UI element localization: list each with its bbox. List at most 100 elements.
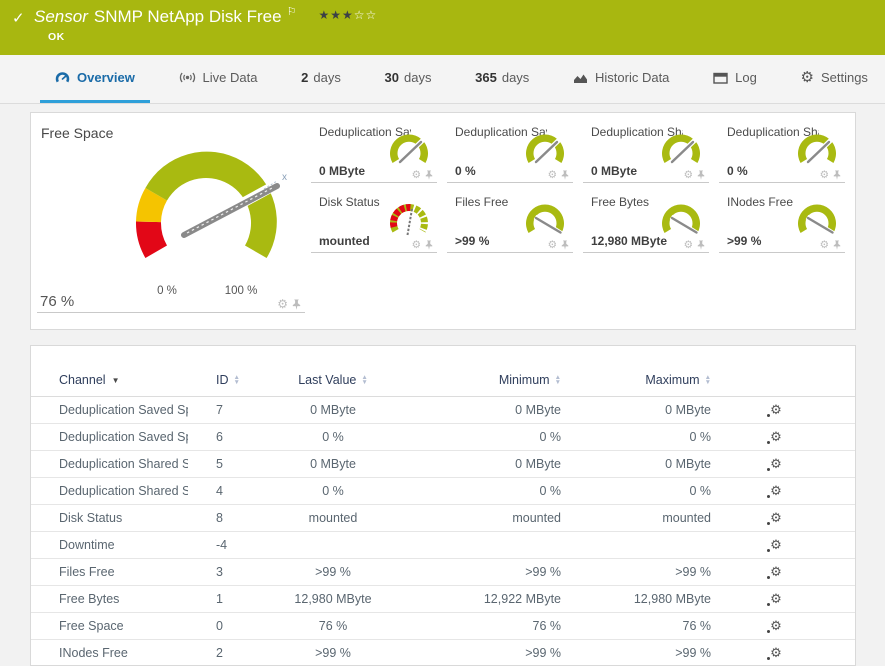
tab-365-days[interactable]: 365 days — [460, 55, 544, 103]
tile-pin-icon[interactable] — [292, 299, 301, 310]
cell-settings: ⚙ — [723, 504, 855, 531]
tile-gear-icon[interactable]: ⚙ — [820, 240, 829, 251]
channel-gauge-tile[interactable]: Disk Status mounted ⚙ — [311, 191, 437, 253]
tile-value: 0 % — [455, 164, 476, 178]
table-row[interactable]: Deduplication Saved Sp... 6 0 % 0 % 0 % … — [31, 423, 855, 450]
flag-icon[interactable]: ⚐ — [287, 5, 297, 18]
table-row[interactable]: Disk Status 8 mounted mounted mounted ⚙ — [31, 504, 855, 531]
tile-pin-icon[interactable] — [561, 170, 569, 180]
tile-pin-icon[interactable] — [697, 170, 705, 180]
channel-settings-icon[interactable]: ⚙ — [770, 429, 782, 445]
channel-gauge-tile[interactable]: Deduplication Shared ... 0 MByte ⚙ — [583, 121, 709, 183]
channel-settings-icon[interactable]: ⚙ — [770, 483, 782, 499]
tile-gear-icon[interactable]: ⚙ — [820, 170, 829, 181]
table-row[interactable]: Deduplication Shared S... 4 0 % 0 % 0 % … — [31, 477, 855, 504]
channel-gauge-tile[interactable]: Deduplication Shared ... 0 % ⚙ — [719, 121, 845, 183]
tab-log[interactable]: Log — [698, 55, 772, 103]
tab-overview-label: Overview — [77, 70, 135, 85]
tab-overview[interactable]: Overview — [40, 55, 150, 103]
table-row[interactable]: Deduplication Saved Sp... 7 0 MByte 0 MB… — [31, 396, 855, 423]
table-row[interactable]: Downtime -4 ⚙ — [31, 531, 855, 558]
channel-settings-icon[interactable]: ⚙ — [770, 645, 782, 661]
channel-gauge-tile[interactable]: Free Bytes 12,980 MByte ⚙ — [583, 191, 709, 253]
cell-last-value: 76 % — [253, 612, 393, 639]
tile-gear-icon[interactable]: ⚙ — [548, 240, 557, 251]
table-row[interactable]: Free Space 0 76 % 76 % 76 % ⚙ — [31, 612, 855, 639]
tile-gear-icon[interactable]: ⚙ — [412, 170, 421, 181]
channels-panel: Channel▼ ID▲▼ Last Value▲▼ Minimum▲▼ Max… — [30, 345, 856, 666]
tab-historic-label: Historic Data — [595, 70, 669, 85]
tile-pin-icon[interactable] — [425, 240, 433, 250]
cell-minimum: >99 % — [393, 639, 573, 666]
channel-settings-icon[interactable]: ⚙ — [770, 591, 782, 607]
cell-settings: ⚙ — [723, 558, 855, 585]
tile-value: 0 MByte — [319, 164, 365, 178]
cell-minimum: 0 MByte — [393, 450, 573, 477]
tab-settings[interactable]: ⚙ Settings — [786, 55, 883, 103]
cell-settings: ⚙ — [723, 612, 855, 639]
channels-table: Channel▼ ID▲▼ Last Value▲▼ Minimum▲▼ Max… — [31, 364, 855, 666]
cell-settings: ⚙ — [723, 639, 855, 666]
cell-channel: Downtime — [31, 531, 188, 558]
rating-stars[interactable]: ★★★☆☆ — [318, 8, 377, 22]
tile-value: 12,980 MByte — [591, 234, 667, 248]
table-row[interactable]: Deduplication Shared S... 5 0 MByte 0 MB… — [31, 450, 855, 477]
tile-gear-icon[interactable]: ⚙ — [548, 170, 557, 181]
cell-last-value: mounted — [253, 504, 393, 531]
tile-pin-icon[interactable] — [833, 240, 841, 250]
primary-gauge-tile[interactable]: Free Space x 0 % 100 % 76 % ⚙ — [31, 113, 311, 313]
channel-settings-icon[interactable]: ⚙ — [770, 510, 782, 526]
channel-settings-icon[interactable]: ⚙ — [770, 402, 782, 418]
channel-gauge-tile[interactable]: Files Free >99 % ⚙ — [447, 191, 573, 253]
gauge-max-label: 100 % — [216, 285, 266, 297]
table-row[interactable]: Files Free 3 >99 % >99 % >99 % ⚙ — [31, 558, 855, 585]
cell-channel: Deduplication Shared S... — [31, 477, 188, 504]
table-row[interactable]: INodes Free 2 >99 % >99 % >99 % ⚙ — [31, 639, 855, 666]
needle-x-marker: x — [282, 172, 287, 183]
cell-id: 8 — [188, 504, 253, 531]
tile-gear-icon[interactable]: ⚙ — [277, 298, 288, 310]
col-header-minimum[interactable]: Minimum▲▼ — [393, 364, 573, 396]
channel-gauge-tile[interactable]: INodes Free >99 % ⚙ — [719, 191, 845, 253]
star-icon: ★ — [318, 8, 330, 22]
cell-settings: ⚙ — [723, 477, 855, 504]
channel-settings-icon[interactable]: ⚙ — [770, 456, 782, 472]
channel-gauge-tile[interactable]: Deduplication Saved S... 0 % ⚙ — [447, 121, 573, 183]
cell-channel: Free Space — [31, 612, 188, 639]
tile-pin-icon[interactable] — [561, 240, 569, 250]
tile-gear-icon[interactable]: ⚙ — [412, 240, 421, 251]
channel-settings-icon[interactable]: ⚙ — [770, 618, 782, 634]
tile-gear-icon[interactable]: ⚙ — [684, 240, 693, 251]
cell-maximum: >99 % — [573, 639, 723, 666]
tile-value: 0 % — [727, 164, 748, 178]
gauge-min-label: 0 % — [142, 285, 192, 297]
cell-id: 7 — [188, 396, 253, 423]
tab-live-data[interactable]: Live Data — [164, 55, 273, 103]
col-header-channel[interactable]: Channel▼ — [31, 364, 188, 396]
cell-last-value: 0 % — [253, 477, 393, 504]
tile-value: >99 % — [727, 234, 761, 248]
channel-settings-icon[interactable]: ⚙ — [770, 537, 782, 553]
table-row[interactable]: Free Bytes 1 12,980 MByte 12,922 MByte 1… — [31, 585, 855, 612]
mini-gauge — [522, 134, 568, 174]
col-header-last-value[interactable]: Last Value▲▼ — [253, 364, 393, 396]
tile-pin-icon[interactable] — [425, 170, 433, 180]
cell-id: 0 — [188, 612, 253, 639]
tab-log-label: Log — [735, 70, 757, 85]
star-icon: ★ — [342, 8, 354, 22]
tab-2-days[interactable]: 2 days — [286, 55, 356, 103]
tab-30-days[interactable]: 30 days — [370, 55, 447, 103]
tab-historic-data[interactable]: Historic Data — [558, 55, 684, 103]
tile-pin-icon[interactable] — [697, 240, 705, 250]
cell-maximum: 0 % — [573, 423, 723, 450]
cell-last-value: 12,980 MByte — [253, 585, 393, 612]
tile-divider — [37, 312, 305, 313]
tile-pin-icon[interactable] — [833, 170, 841, 180]
col-header-id[interactable]: ID▲▼ — [188, 364, 253, 396]
cell-last-value: 0 % — [253, 423, 393, 450]
tile-gear-icon[interactable]: ⚙ — [684, 170, 693, 181]
channel-settings-icon[interactable]: ⚙ — [770, 564, 782, 580]
cell-id: -4 — [188, 531, 253, 558]
col-header-maximum[interactable]: Maximum▲▼ — [573, 364, 723, 396]
channel-gauge-tile[interactable]: Deduplication Saved S... 0 MByte ⚙ — [311, 121, 437, 183]
